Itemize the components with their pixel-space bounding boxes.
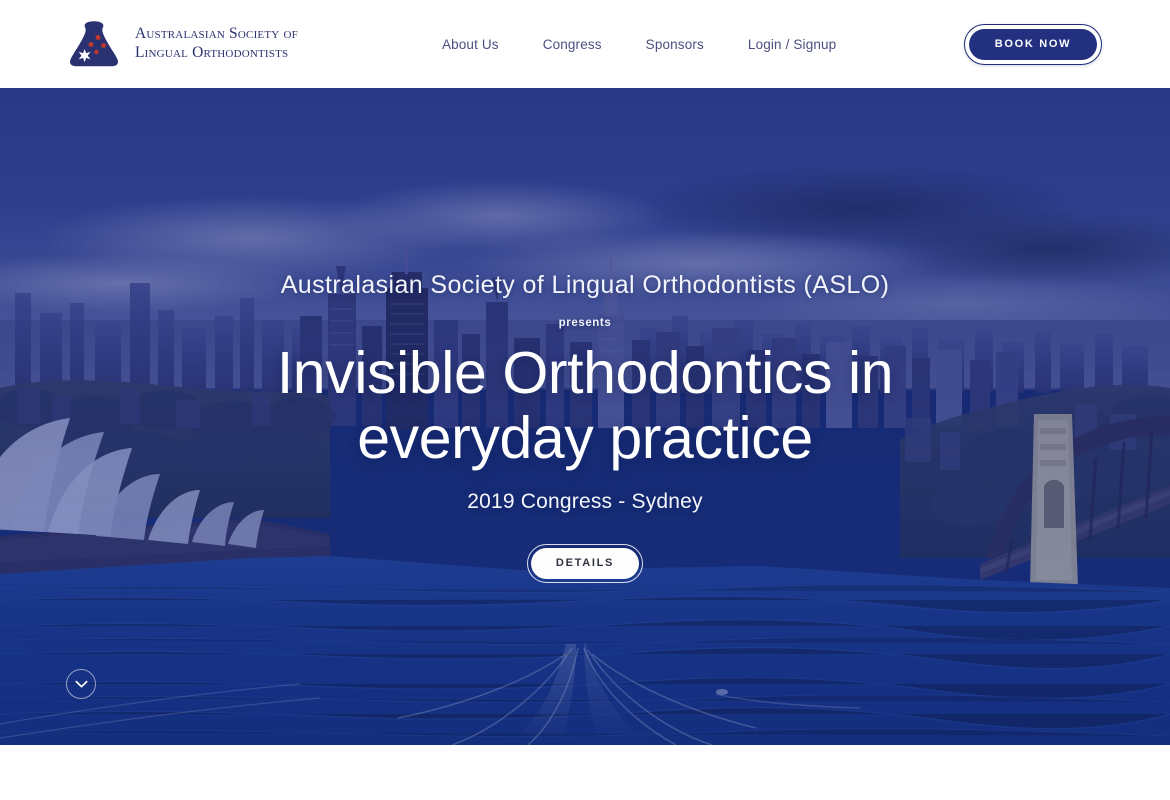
brand-line-2: Lingual Orthodontists bbox=[135, 44, 289, 61]
nav-login-signup[interactable]: Login / Signup bbox=[748, 37, 836, 52]
nav-sponsors[interactable]: Sponsors bbox=[646, 37, 704, 52]
chevron-down-icon bbox=[74, 680, 88, 687]
scroll-down-button[interactable] bbox=[66, 669, 96, 699]
details-button-container: DETAILS bbox=[60, 543, 1110, 583]
details-button[interactable]: DETAILS bbox=[527, 543, 643, 583]
book-now-label: BOOK NOW bbox=[969, 28, 1097, 60]
hero-section: Australasian Society of Lingual Orthodon… bbox=[0, 88, 1170, 745]
site-header: Australasian Society of Lingual Orthodon… bbox=[0, 0, 1170, 88]
hero-eyebrow: Australasian Society of Lingual Orthodon… bbox=[280, 271, 890, 299]
brand-line-1: Australasian Society of bbox=[135, 25, 298, 43]
brand-logo-link[interactable]: Australasian Society of Lingual Orthodon… bbox=[66, 19, 298, 69]
book-now-button[interactable]: BOOK NOW bbox=[964, 23, 1102, 65]
hero-presents-label: presents bbox=[558, 317, 612, 330]
nav-about-us[interactable]: About Us bbox=[442, 37, 499, 52]
below-fold-whitespace bbox=[0, 745, 1170, 800]
hero-content: Australasian Society of Lingual Orthodon… bbox=[0, 270, 1170, 583]
brand-wordmark: Australasian Society of Lingual Orthodon… bbox=[135, 25, 298, 63]
hero-subtitle: 2019 Congress - Sydney bbox=[467, 489, 703, 513]
main-navigation: About Us Congress Sponsors Login / Signu… bbox=[442, 37, 836, 52]
details-button-label: DETAILS bbox=[531, 547, 639, 579]
hero-title: Invisible Orthodontics in everyday pract… bbox=[276, 340, 894, 471]
page-root: Australasian Society of Lingual Orthodon… bbox=[0, 0, 1170, 800]
tooth-southern-cross-icon bbox=[70, 21, 118, 67]
book-now-container: BOOK NOW bbox=[964, 23, 1102, 65]
nav-congress[interactable]: Congress bbox=[543, 37, 602, 52]
